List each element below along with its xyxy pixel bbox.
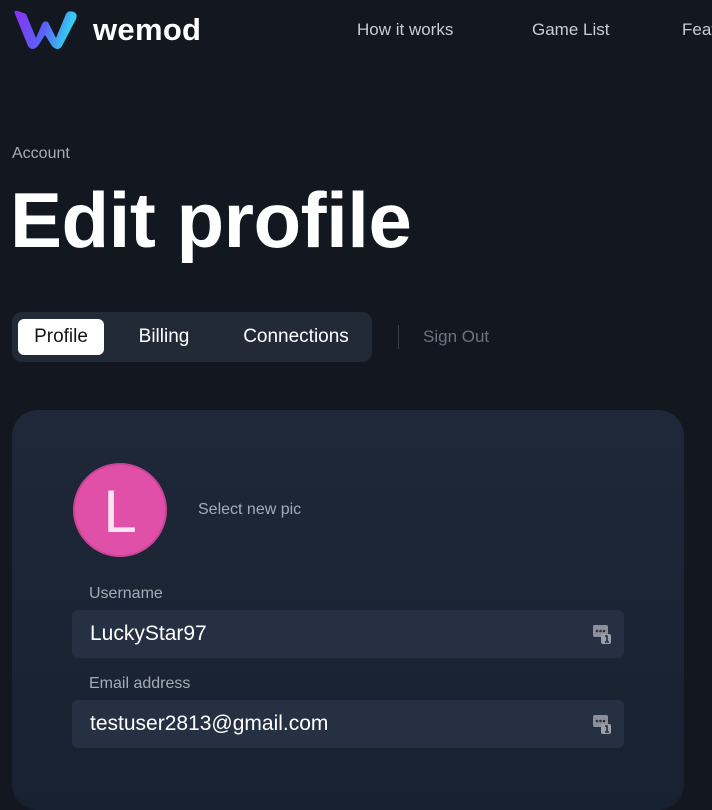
tab-billing[interactable]: Billing [125,319,203,355]
account-tabs: Profile Billing Connections [12,312,372,362]
nav-game-list[interactable]: Game List [532,19,609,41]
password-manager-icon[interactable] [593,714,611,734]
breadcrumb: Account [12,145,70,162]
email-input[interactable] [90,700,580,748]
nav-features[interactable]: Features [682,19,712,41]
avatar[interactable]: L [73,463,167,557]
nav-how-it-works[interactable]: How it works [357,19,453,41]
tabs-divider [398,325,399,349]
email-label: Email address [89,675,191,692]
top-nav: How it works Game List Features [0,19,712,43]
page-title: Edit profile [10,176,412,264]
email-field-wrapper [72,700,624,748]
username-field-wrapper [72,610,624,658]
tab-connections[interactable]: Connections [231,319,361,355]
username-input[interactable] [90,610,580,658]
select-new-pic-link[interactable]: Select new pic [198,500,301,520]
password-manager-icon[interactable] [593,624,611,644]
sign-out-link[interactable]: Sign Out [423,327,489,347]
tab-profile[interactable]: Profile [18,319,104,355]
username-label: Username [89,585,163,602]
